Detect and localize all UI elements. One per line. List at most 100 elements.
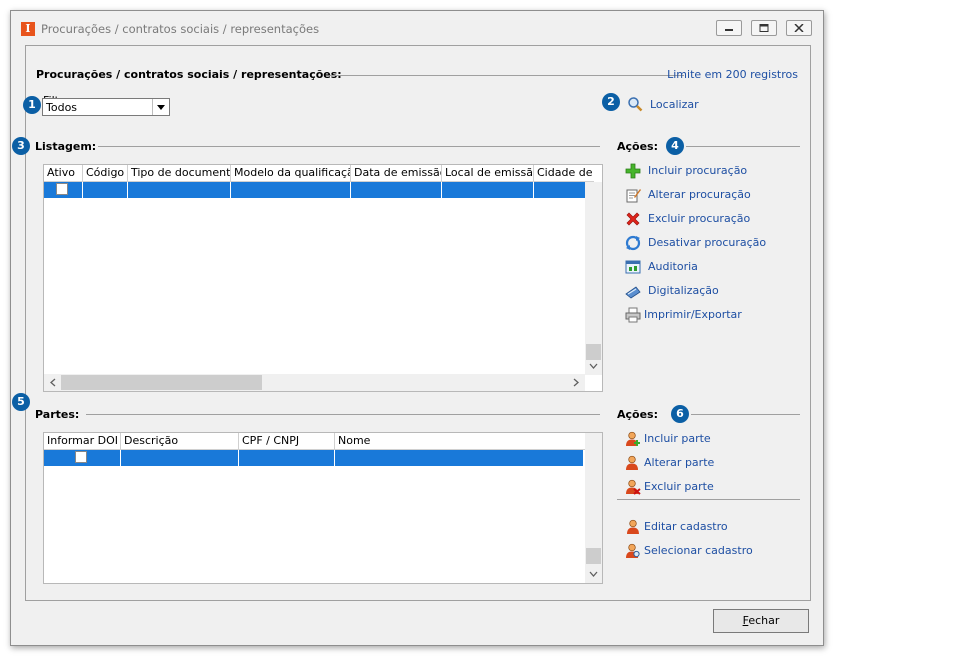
scroll-left-icon[interactable] bbox=[46, 374, 60, 391]
vertical-scrollbar[interactable] bbox=[585, 182, 602, 375]
step-badge-2: 2 bbox=[602, 93, 620, 111]
partes-header: Informar DOI Descrição CPF / CNPJ Nome bbox=[44, 433, 585, 450]
step-badge-4: 4 bbox=[666, 137, 684, 155]
select-cadastro-action[interactable]: Selecionar cadastro bbox=[625, 543, 805, 561]
deactivate-procuracao-action[interactable]: Desativar procuração bbox=[625, 235, 805, 253]
column-header[interactable]: CPF / CNPJ bbox=[239, 433, 335, 449]
action-label: Selecionar cadastro bbox=[644, 544, 753, 557]
close-window-button[interactable] bbox=[786, 20, 812, 36]
actions-title: Ações: bbox=[617, 408, 658, 421]
scroll-down-icon[interactable] bbox=[585, 361, 602, 373]
table-cell bbox=[231, 182, 351, 198]
step-badge-6: 6 bbox=[671, 405, 689, 423]
column-header[interactable]: Cidade de bbox=[534, 165, 594, 181]
column-header[interactable]: Data de emissão bbox=[351, 165, 442, 181]
action-label: Desativar procuração bbox=[648, 236, 767, 249]
scroll-thumb[interactable] bbox=[586, 548, 601, 564]
limit-text: Limite em 200 registros bbox=[667, 68, 798, 81]
scroll-thumb[interactable] bbox=[586, 344, 601, 360]
action-label: Incluir procuração bbox=[648, 164, 748, 177]
action-label: Digitalização bbox=[648, 284, 719, 297]
scroll-down-icon[interactable] bbox=[585, 569, 602, 581]
digitalization-action[interactable]: Digitalização bbox=[625, 283, 805, 301]
table-cell bbox=[121, 450, 239, 466]
column-header[interactable]: Informar DOI bbox=[44, 433, 121, 449]
table-cell bbox=[442, 182, 534, 198]
close-icon bbox=[794, 24, 804, 32]
print-export-action[interactable]: Imprimir/Exportar bbox=[625, 307, 805, 325]
horizontal-scrollbar[interactable] bbox=[44, 374, 585, 391]
action-label: Editar cadastro bbox=[644, 520, 728, 533]
user-icon bbox=[627, 519, 639, 534]
actions-list: Incluir procuração Alterar procuração Ex… bbox=[625, 163, 805, 333]
edit-icon bbox=[626, 189, 641, 203]
window-title: Procurações / contratos sociais / repres… bbox=[41, 22, 320, 36]
table-cell bbox=[44, 450, 121, 466]
table-cell bbox=[44, 182, 83, 198]
maximize-button[interactable] bbox=[751, 20, 777, 36]
action-label: Auditoria bbox=[648, 260, 698, 273]
divider bbox=[86, 414, 600, 415]
step-badge-3: 3 bbox=[12, 137, 30, 155]
audit-action[interactable]: Auditoria bbox=[625, 259, 805, 277]
listagem-grid[interactable]: Ativo Código Tipo de documento Modelo da… bbox=[43, 164, 603, 392]
filter-value: Todos bbox=[46, 101, 78, 114]
action-label: Excluir procuração bbox=[648, 212, 751, 225]
doi-checkbox[interactable] bbox=[75, 451, 87, 463]
column-header[interactable]: Tipo de documento bbox=[128, 165, 231, 181]
include-procuracao-action[interactable]: Incluir procuração bbox=[625, 163, 805, 181]
column-header[interactable]: Ativo bbox=[44, 165, 83, 181]
divider bbox=[330, 75, 684, 76]
dropdown-arrow[interactable] bbox=[152, 99, 169, 115]
page-title: Procurações / contratos sociais / repres… bbox=[36, 68, 342, 81]
action-label: Incluir parte bbox=[644, 432, 711, 445]
table-cell bbox=[335, 450, 583, 466]
column-header[interactable]: Código bbox=[83, 165, 128, 181]
table-cell bbox=[534, 182, 586, 198]
search-label: Localizar bbox=[650, 98, 699, 111]
vertical-scrollbar[interactable] bbox=[585, 433, 602, 583]
table-cell bbox=[83, 182, 128, 198]
search-icon bbox=[628, 97, 643, 112]
minimize-button[interactable] bbox=[716, 20, 742, 36]
action-label: Alterar procuração bbox=[648, 188, 751, 201]
action-label: Imprimir/Exportar bbox=[644, 308, 742, 321]
table-cell bbox=[128, 182, 231, 198]
divider bbox=[686, 146, 800, 147]
close-button[interactable]: Fechar bbox=[713, 609, 809, 633]
user-edit-icon bbox=[626, 455, 638, 470]
filter-select[interactable]: Todos bbox=[42, 98, 170, 116]
plus-icon bbox=[625, 163, 641, 179]
scroll-thumb[interactable] bbox=[61, 375, 262, 390]
partes-grid[interactable]: Informar DOI Descrição CPF / CNPJ Nome bbox=[43, 432, 603, 584]
printer-icon bbox=[625, 307, 641, 323]
partes-title: Partes: bbox=[35, 408, 80, 421]
column-header[interactable]: Descrição bbox=[121, 433, 239, 449]
user-search-icon bbox=[626, 543, 640, 558]
delete-parte-action[interactable]: Excluir parte bbox=[625, 479, 805, 497]
column-header[interactable]: Modelo da qualificação bbox=[231, 165, 351, 181]
title-bar: I Procurações / contratos sociais / repr… bbox=[11, 11, 823, 45]
table-cell bbox=[239, 450, 335, 466]
column-header[interactable]: Nome bbox=[335, 433, 585, 449]
table-row[interactable] bbox=[44, 450, 583, 466]
user-add-icon bbox=[626, 431, 640, 446]
step-badge-5: 5 bbox=[12, 393, 30, 411]
include-parte-action[interactable]: Incluir parte bbox=[625, 431, 805, 449]
scroll-right-icon[interactable] bbox=[569, 374, 583, 391]
edit-cadastro-action[interactable]: Editar cadastro bbox=[625, 519, 805, 537]
alter-procuracao-action[interactable]: Alterar procuração bbox=[625, 187, 805, 205]
action-label: Alterar parte bbox=[644, 456, 715, 469]
delete-procuracao-action[interactable]: Excluir procuração bbox=[625, 211, 805, 229]
divider bbox=[617, 499, 800, 500]
listagem-header: Ativo Código Tipo de documento Modelo da… bbox=[44, 165, 594, 182]
active-checkbox[interactable] bbox=[56, 183, 68, 195]
maximize-icon bbox=[759, 24, 769, 32]
alter-parte-action[interactable]: Alterar parte bbox=[625, 455, 805, 473]
column-header[interactable]: Local de emissão bbox=[442, 165, 534, 181]
table-row[interactable] bbox=[44, 182, 586, 198]
chevron-down-icon bbox=[157, 105, 165, 110]
app-icon: I bbox=[21, 22, 35, 36]
listagem-title: Listagem: bbox=[35, 140, 97, 153]
refresh-icon bbox=[625, 235, 641, 251]
